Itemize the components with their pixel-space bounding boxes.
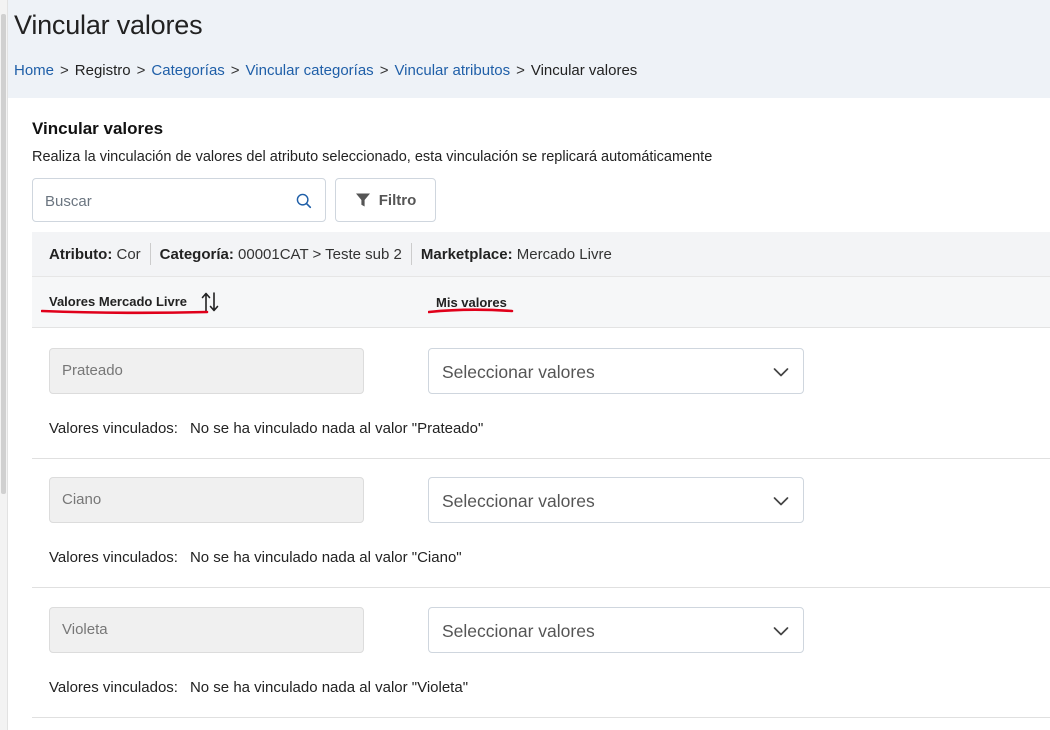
breadcrumb-separator: > [60,62,69,79]
filter-button[interactable]: Filtro [335,178,436,222]
page-title: Vincular valores [14,10,203,40]
breadcrumb-vincular-categorias[interactable]: Vincular categorías [246,62,374,79]
select-placeholder: Seleccionar valores [442,362,595,382]
chevron-down-icon [773,368,789,377]
linked-values: Valores vinculados: No se ha vinculado na… [49,420,483,437]
linked-values-text: No se ha vinculado nada al valor "Pratea… [189,420,484,437]
linked-values-label: Valores vinculados: [49,549,178,566]
category-info: Categoría: 00001CAT > Teste sub 2 [160,246,402,263]
breadcrumb: Home > Registro > Categorías > Vincular catego… [14,62,637,79]
select-values-dropdown[interactable]: Seleccionar valores [428,477,804,523]
breadcrumb-separator: > [516,62,525,79]
ml-value-field: Violeta [49,607,364,653]
breadcrumb-home[interactable]: Home [14,62,54,79]
link-values-card: Vincular valores Realiza la vinculación … [32,98,1050,730]
section-title: Vincular valores [32,119,164,138]
page-header: Vincular valores Home > Registro > Categoría… [8,0,1050,98]
breadcrumb-registro: Registro [74,62,131,79]
linked-values-text: No se ha vinculado nada al valor "Ciano" [189,549,462,566]
breadcrumb-vincular-atributos[interactable]: Vincular atributos [394,62,510,79]
category-label: Categoría: [159,245,234,263]
attribute-value: Cor [116,245,141,263]
chevron-down-icon [773,627,789,636]
linked-values-label: Valores vinculados: [49,420,178,437]
left-scrollbar-thumb[interactable] [1,14,6,494]
select-placeholder: Seleccionar valores [442,621,595,641]
info-divider [149,243,151,265]
value-row: Violeta Seleccionar valores Valores vinc… [32,589,1050,718]
info-divider [410,243,412,265]
marketplace-value: Mercado Livre [516,245,612,263]
annotation-underline [428,308,514,314]
linked-values: Valores vinculados: No se ha vinculado na… [49,679,468,696]
ml-value-field: Ciano [49,477,364,523]
breadcrumb-separator: > [230,62,240,79]
chevron-down-icon [773,497,789,506]
search-input[interactable] [45,191,275,211]
left-scrollbar[interactable] [0,0,8,730]
attribute-info-bar: Atributo: Cor Categoría: 00001CAT > Test… [32,232,1050,276]
ml-value-field: Prateado [49,348,364,394]
breadcrumb-categorias[interactable]: Categorías [151,62,224,79]
annotation-underline [41,309,209,315]
attribute-label: Atributo: [49,245,113,263]
value-row: Ciano Seleccionar valores Valores vincul… [32,459,1050,588]
select-values-dropdown[interactable]: Seleccionar valores [428,348,804,394]
breadcrumb-separator: > [379,62,389,79]
columns-header: Valores Mercado Livre Mis valores [32,276,1050,328]
search-icon[interactable] [295,192,313,210]
linked-values-label: Valores vinculados: [49,679,178,696]
marketplace-label: Marketplace: [420,245,513,263]
search-box[interactable] [32,178,326,222]
linked-values: Valores vinculados: No se ha vinculado na… [49,549,462,566]
select-values-dropdown[interactable]: Seleccionar valores [428,607,804,653]
filter-label: Filtro [378,191,417,209]
marketplace-info: Marketplace: Mercado Livre [421,246,612,263]
linked-values-text: No se ha vinculado nada al valor "Violet… [189,679,469,696]
select-placeholder: Seleccionar valores [442,491,595,511]
breadcrumb-separator: > [136,62,146,79]
section-description: Realiza la vinculación de valores del at… [32,149,713,165]
value-row: Prateado Seleccionar valores Valores vin… [32,330,1050,459]
attribute-info: Atributo: Cor [49,246,141,263]
breadcrumb-current: Vincular valores [530,62,638,79]
category-value: 00001CAT > Teste sub 2 [238,245,402,263]
funnel-icon [355,193,370,207]
